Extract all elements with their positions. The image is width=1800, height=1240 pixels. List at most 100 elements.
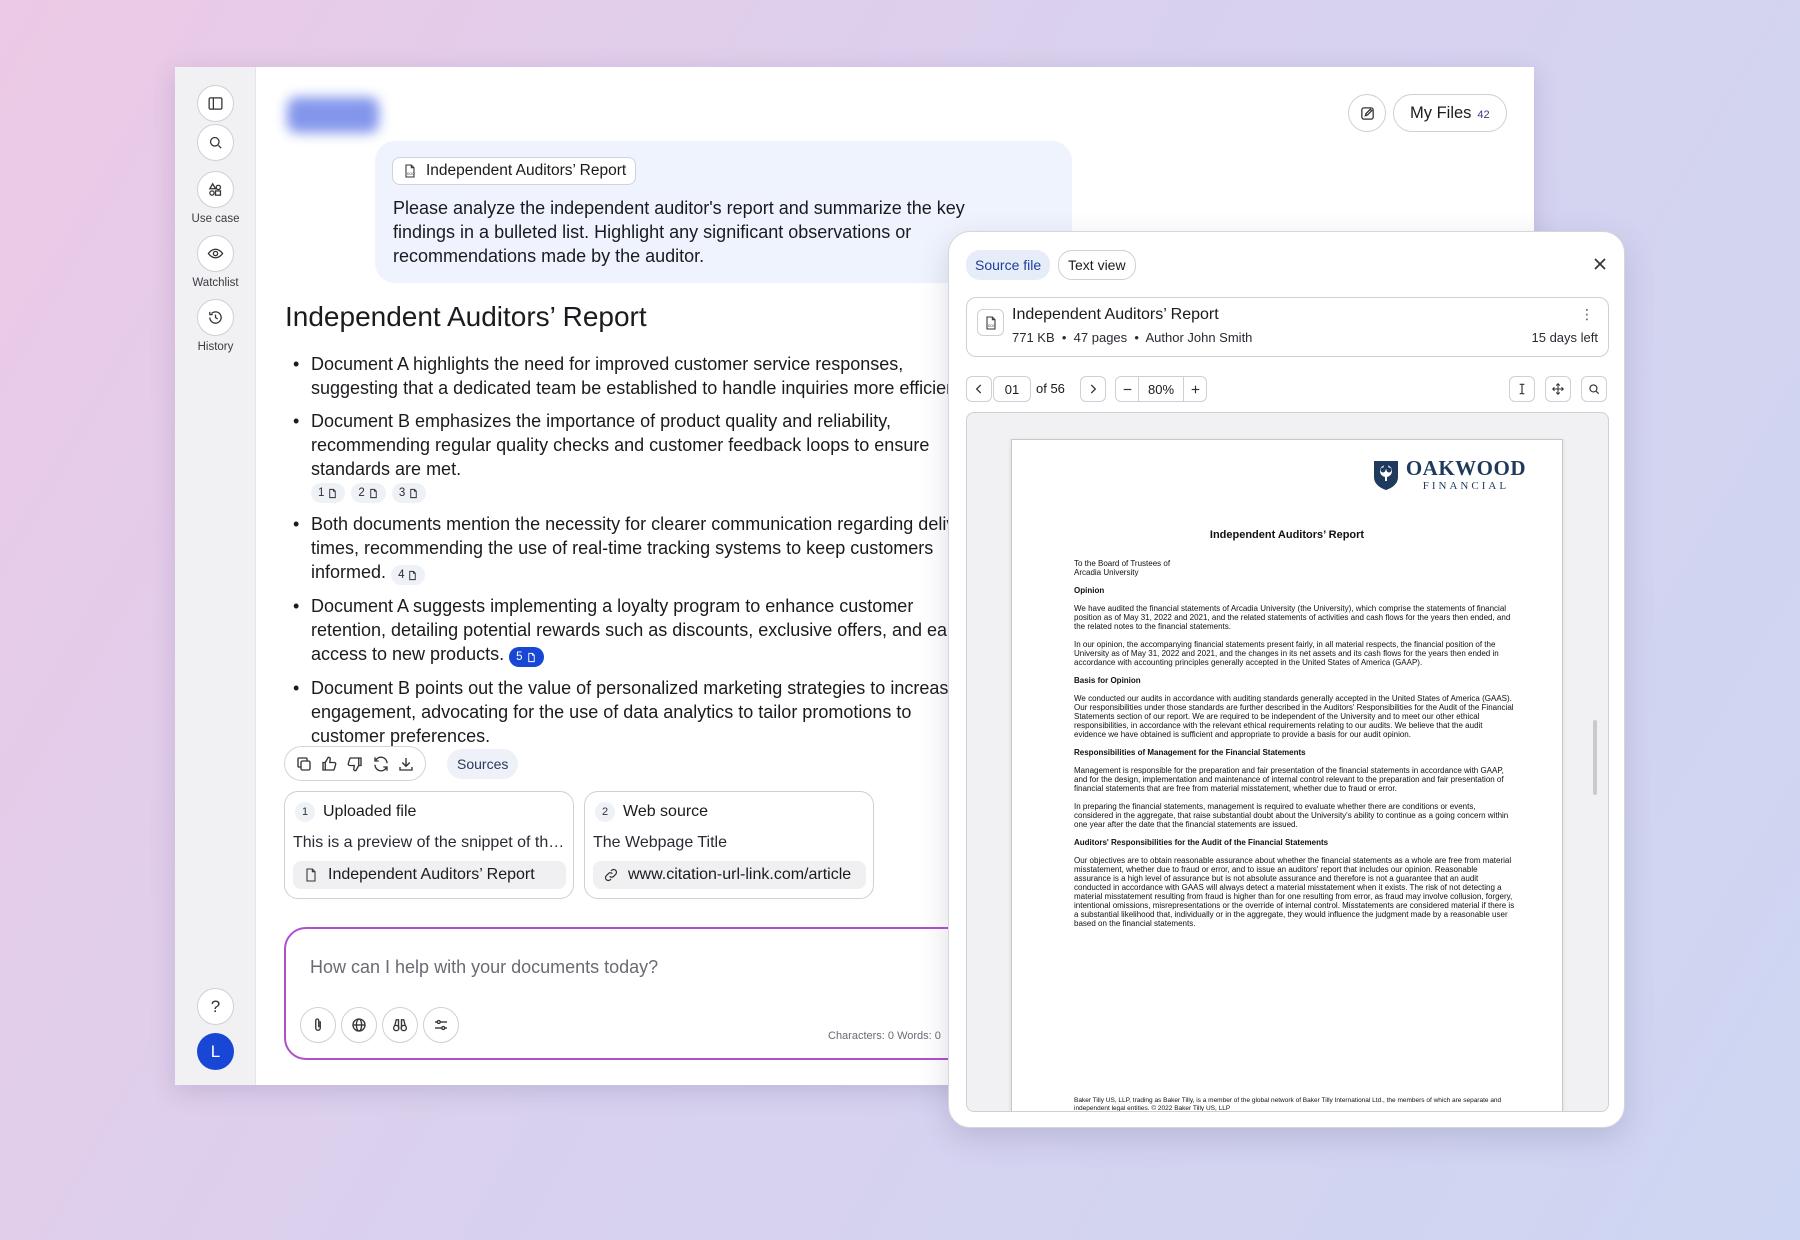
response-actions xyxy=(284,746,426,781)
source-link[interactable]: www.citation-url-link.com/article xyxy=(593,861,866,889)
zoom-in-button[interactable] xyxy=(1184,377,1206,401)
close-icon[interactable] xyxy=(1590,254,1610,274)
citation-badge[interactable]: 3 xyxy=(391,483,427,503)
doc-icon xyxy=(370,488,377,498)
doc-paragraph: In preparing the financial statements, m… xyxy=(1074,802,1509,829)
link-icon xyxy=(604,868,618,882)
deep-search-button[interactable] xyxy=(382,1007,418,1043)
document-page: OAKWOOD FINANCIAL Independent Auditors’ … xyxy=(1011,439,1563,1111)
citation-badge-active[interactable]: 5 xyxy=(509,647,544,667)
response-bullet: Document A highlights the need for impro… xyxy=(285,352,985,400)
my-files-button[interactable]: My Files 42 xyxy=(1393,94,1507,132)
source-link[interactable]: Independent Auditors’ Report xyxy=(293,861,566,889)
panel-toggle-icon xyxy=(208,97,223,110)
find-in-document-button[interactable] xyxy=(1581,376,1607,402)
thumbs-up-button[interactable] xyxy=(320,755,338,773)
zoom-out-button[interactable] xyxy=(1116,377,1138,401)
avatar[interactable]: L xyxy=(197,1033,234,1070)
pan-button[interactable] xyxy=(1545,376,1571,402)
document-canvas[interactable]: OAKWOOD FINANCIAL Independent Auditors’ … xyxy=(966,412,1609,1112)
sidebar: Use case Watchlist History ? L xyxy=(175,67,256,1085)
svg-text:DOC: DOC xyxy=(988,324,996,328)
move-icon xyxy=(1552,383,1564,395)
document-title: Independent Auditors’ Report xyxy=(1209,529,1365,541)
citation-badge[interactable]: 1 xyxy=(311,483,346,503)
thumbs-down-icon xyxy=(347,756,362,771)
help-button[interactable]: ? xyxy=(197,988,234,1025)
eye-icon xyxy=(207,248,224,259)
chevron-right-icon xyxy=(1090,384,1097,394)
new-chat-button[interactable] xyxy=(1348,94,1386,132)
source-type: Uploaded file xyxy=(323,803,417,820)
citation-badge[interactable]: 2 xyxy=(351,483,386,503)
page-number-input[interactable]: 01 xyxy=(993,376,1031,402)
attach-button[interactable] xyxy=(300,1007,336,1043)
doc-icon: DOC xyxy=(405,164,415,178)
watchlist-button[interactable] xyxy=(197,235,234,272)
paperclip-icon xyxy=(315,1018,321,1031)
settings-button[interactable] xyxy=(423,1007,459,1043)
file-author: Author John Smith xyxy=(1145,330,1253,345)
page-total: of 56 xyxy=(1036,381,1065,396)
web-search-button[interactable] xyxy=(341,1007,377,1043)
zoom-level[interactable]: 80% xyxy=(1138,377,1184,401)
use-case-button[interactable] xyxy=(197,171,234,208)
doc-icon xyxy=(409,570,417,580)
text-cursor-icon xyxy=(1519,383,1525,395)
text-select-button[interactable] xyxy=(1509,376,1535,402)
history-button[interactable] xyxy=(197,299,234,336)
tab-source-file[interactable]: Source file xyxy=(966,250,1051,280)
source-card-header: 1 Uploaded file xyxy=(295,802,416,822)
citation-number: 2 xyxy=(358,487,365,499)
thumbs-down-button[interactable] xyxy=(346,755,364,773)
response-bullet: Both documents mention the necessity for… xyxy=(285,512,985,585)
panel-toggle-button[interactable] xyxy=(197,85,234,122)
prev-page-button[interactable] xyxy=(966,376,992,402)
source-card-uploaded[interactable]: 1 Uploaded file This is a preview of the… xyxy=(284,791,574,899)
user-message-text: Please analyze the independent auditor's… xyxy=(393,198,965,266)
composer: Characters: 0 Words: 0 xyxy=(284,927,1024,1060)
next-page-button[interactable] xyxy=(1080,376,1106,402)
globe-icon xyxy=(352,1018,366,1032)
doc-address: To the Board of Trustees of Arcadia Univ… xyxy=(1074,559,1171,577)
doc-heading: Opinion xyxy=(1074,586,1105,595)
refresh-icon xyxy=(373,755,388,772)
response-bullet: Document B points out the value of perso… xyxy=(285,676,985,748)
source-link-text: www.citation-url-link.com/article xyxy=(628,866,852,883)
use-case-icon xyxy=(208,182,222,196)
doc-icon xyxy=(329,488,337,498)
scrollbar[interactable] xyxy=(1593,720,1597,795)
response-title: Independent Auditors’ Report xyxy=(285,301,647,332)
more-options-icon[interactable]: ⋮ xyxy=(1580,306,1594,323)
file-name: Independent Auditors’ Report xyxy=(1012,306,1219,323)
watchlist-label: Watchlist xyxy=(192,277,239,289)
thumbs-up-icon xyxy=(322,756,337,771)
doc-paragraph: Our objectives are to obtain reasonable … xyxy=(1074,856,1515,928)
citation-badge[interactable]: 4 xyxy=(391,565,426,585)
source-type: Web source xyxy=(623,803,709,820)
file-info-card: DOC Independent Auditors’ Report 771 KB … xyxy=(966,297,1609,357)
sources-button[interactable]: Sources xyxy=(447,749,519,779)
attachment-chip[interactable]: DOC Independent Auditors’ Report xyxy=(392,157,637,185)
character-counter: Characters: 0 Words: 0 xyxy=(828,1030,941,1042)
minus-icon xyxy=(1123,388,1131,390)
prompt-input[interactable] xyxy=(310,957,870,978)
download-icon xyxy=(399,757,413,771)
tab-text-view[interactable]: Text view xyxy=(1058,250,1136,280)
source-card-web[interactable]: 2 Web source The Webpage Title www.citat… xyxy=(584,791,874,899)
regenerate-button[interactable] xyxy=(372,755,390,773)
my-files-label: My Files xyxy=(1410,103,1472,122)
search-icon xyxy=(1589,384,1600,395)
citation-number: 3 xyxy=(398,487,406,499)
response-bullets: Document A highlights the need for impro… xyxy=(285,352,985,757)
source-number: 2 xyxy=(595,802,615,822)
bullet-text: Document A suggests implementing a loyal… xyxy=(311,596,967,664)
download-button[interactable] xyxy=(397,755,415,773)
use-case-label: Use case xyxy=(191,213,240,225)
my-files-count: 42 xyxy=(1477,108,1490,121)
meta-dot: • xyxy=(1058,330,1074,345)
copy-button[interactable] xyxy=(295,755,313,773)
document-viewer: Source file Text view DOC Independent Au… xyxy=(948,231,1625,1128)
search-button[interactable] xyxy=(197,124,234,161)
doc-icon xyxy=(306,868,316,882)
